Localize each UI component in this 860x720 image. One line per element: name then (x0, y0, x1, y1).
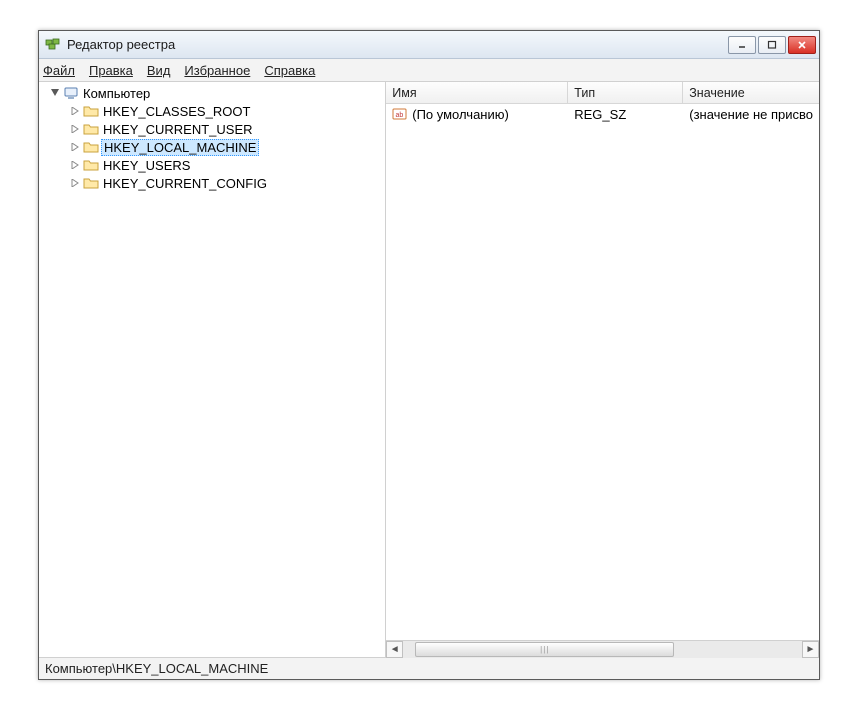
list-pane: Имя Тип Значение ab (По умолчанию) (386, 82, 819, 657)
list-header: Имя Тип Значение (386, 82, 819, 104)
menu-view[interactable]: Вид (147, 63, 171, 78)
menu-edit[interactable]: Правка (89, 63, 133, 78)
folder-icon (83, 121, 99, 137)
chevron-right-icon[interactable] (69, 123, 81, 135)
folder-icon (83, 139, 99, 155)
list-body[interactable]: ab (По умолчанию) REG_SZ (значение не пр… (386, 104, 819, 640)
maximize-button[interactable] (758, 36, 786, 54)
chevron-right-icon[interactable] (69, 141, 81, 153)
column-header-type[interactable]: Тип (568, 82, 683, 103)
statusbar: Компьютер\HKEY_LOCAL_MACHINE (39, 657, 819, 679)
tree-root-label: Компьютер (81, 86, 152, 101)
cell-value: (значение не присво (683, 107, 819, 122)
tree-item-label: HKEY_CLASSES_ROOT (101, 104, 252, 119)
close-button[interactable] (788, 36, 816, 54)
tree-item-label: HKEY_USERS (101, 158, 192, 173)
tree-pane[interactable]: Компьютер HKEY_CLASSES_ROOT HKEY_CURRE (39, 82, 386, 657)
status-path: Компьютер\HKEY_LOCAL_MACHINE (45, 661, 268, 676)
scroll-thumb[interactable] (415, 642, 674, 657)
scroll-left-icon[interactable]: ◄ (386, 641, 403, 658)
tree-item[interactable]: HKEY_USERS (41, 156, 385, 174)
cell-name: (По умолчанию) (412, 107, 509, 122)
scroll-track[interactable] (403, 641, 802, 658)
tree-item[interactable]: HKEY_LOCAL_MACHINE (41, 138, 385, 156)
computer-icon (63, 85, 79, 101)
window-controls (728, 36, 816, 54)
tree-item[interactable]: HKEY_CLASSES_ROOT (41, 102, 385, 120)
content-area: Компьютер HKEY_CLASSES_ROOT HKEY_CURRE (39, 82, 819, 657)
tree-root[interactable]: Компьютер (41, 84, 385, 102)
menu-favorites[interactable]: Избранное (184, 63, 250, 78)
minimize-button[interactable] (728, 36, 756, 54)
tree-item-label: HKEY_CURRENT_USER (101, 122, 255, 137)
folder-icon (83, 103, 99, 119)
chevron-right-icon[interactable] (69, 159, 81, 171)
titlebar[interactable]: Редактор реестра (39, 31, 819, 59)
chevron-right-icon[interactable] (69, 105, 81, 117)
menubar: Файл Правка Вид Избранное Справка (39, 59, 819, 82)
chevron-right-icon[interactable] (69, 177, 81, 189)
column-header-name[interactable]: Имя (386, 82, 568, 103)
menu-file[interactable]: Файл (43, 63, 75, 78)
menu-help[interactable]: Справка (264, 63, 315, 78)
column-header-value[interactable]: Значение (683, 82, 819, 103)
scroll-right-icon[interactable]: ► (802, 641, 819, 658)
cell-type: REG_SZ (568, 107, 683, 122)
list-row[interactable]: ab (По умолчанию) REG_SZ (значение не пр… (386, 104, 819, 124)
tree-item-label: HKEY_CURRENT_CONFIG (101, 176, 269, 191)
tree-item[interactable]: HKEY_CURRENT_CONFIG (41, 174, 385, 192)
regedit-icon (45, 37, 61, 53)
horizontal-scrollbar[interactable]: ◄ ► (386, 640, 819, 657)
folder-icon (83, 175, 99, 191)
tree-item-label-selected: HKEY_LOCAL_MACHINE (101, 139, 259, 156)
folder-icon (83, 157, 99, 173)
window-title: Редактор реестра (67, 37, 728, 52)
svg-text:ab: ab (396, 112, 404, 119)
tree-item[interactable]: HKEY_CURRENT_USER (41, 120, 385, 138)
app-window: Редактор реестра Файл Правка Вид Избранн… (38, 30, 820, 680)
string-value-icon: ab (392, 106, 408, 122)
expander-icon[interactable] (49, 87, 61, 99)
